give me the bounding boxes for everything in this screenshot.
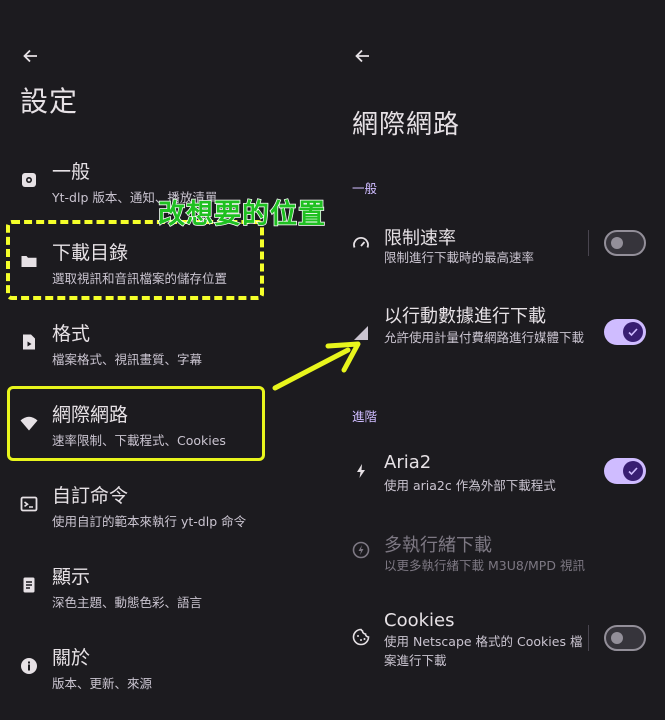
setting-mobile-data-download[interactable]: 以行動數據進行下載 允許使用計量付費網路進行媒體下載 [332, 300, 665, 370]
item-subtitle: 允許使用計量付費網路進行媒體下載 [384, 330, 585, 345]
item-title: 多執行緒下載 [384, 535, 492, 556]
item-title: 關於 [52, 647, 91, 669]
item-subtitle: 版本、更新、來源 [52, 676, 153, 691]
item-subtitle: 使用自訂的範本來執行 yt-dlp 命令 [52, 514, 247, 529]
setting-cookies[interactable]: Cookies 使用 Netscape 格式的 Cookies 檔案進行下載 [332, 608, 665, 670]
highlight-box-download-directory [6, 220, 264, 300]
cookies-toggle[interactable] [604, 625, 646, 651]
item-subtitle: 限制進行下載時的最高速率 [384, 250, 535, 265]
bolt-icon [357, 464, 365, 478]
page-title: 網際網路 [352, 110, 461, 140]
item-subtitle: 深色主題、動態色彩、語言 [52, 595, 203, 610]
check-icon [628, 467, 638, 476]
aria2-toggle[interactable] [604, 458, 646, 484]
rate-limit-toggle[interactable] [604, 230, 646, 256]
item-title: 限制速率 [384, 228, 456, 249]
document-icon [23, 577, 35, 593]
back-arrow-icon[interactable] [352, 46, 372, 66]
page-title: 設定 [20, 85, 79, 118]
item-title: 一般 [52, 161, 91, 183]
section-header-advanced: 進階 [352, 409, 378, 424]
annotation-arrow-icon [272, 341, 361, 391]
item-title: 自訂命令 [52, 485, 129, 507]
settings-item-display[interactable]: 顯示 深色主題、動態色彩、語言 [0, 560, 332, 620]
item-subtitle: 檔案格式、視訊畫質、字幕 [52, 352, 203, 367]
mobile-data-toggle[interactable] [604, 319, 646, 345]
item-title: Cookies [384, 610, 455, 631]
settings-item-custom-command[interactable]: 自訂命令 使用自訂的範本來執行 yt-dlp 命令 [0, 479, 332, 539]
check-icon [628, 328, 638, 337]
settings-item-about[interactable]: 關於 版本、更新、來源 [0, 641, 332, 701]
item-subtitle: 使用 aria2c 作為外部下載程式 [384, 478, 556, 493]
bolt-circle-icon [352, 541, 370, 559]
item-title: 格式 [52, 323, 91, 345]
item-title: 顯示 [52, 566, 91, 588]
highlight-box-network [7, 386, 265, 461]
setting-rate-limit[interactable]: 限制速率 限制進行下載時的最高速率 [332, 222, 665, 272]
setting-aria2[interactable]: Aria2 使用 aria2c 作為外部下載程式 [332, 450, 665, 500]
gear-icon [22, 173, 36, 187]
section-header-general: 一般 [352, 181, 378, 196]
divider [588, 625, 589, 651]
file-play-icon [23, 334, 35, 350]
annotation-text: 改想要的位置 [157, 198, 326, 231]
terminal-icon [20, 496, 38, 512]
item-subtitle: 使用 Netscape 格式的 Cookies 檔案進行下載 [384, 634, 583, 668]
speedometer-icon [353, 237, 369, 248]
cookie-icon [352, 628, 370, 646]
item-title: 以行動數據進行下載 [384, 306, 546, 327]
item-subtitle: 以更多執行緒下載 M3U8/MPD 視訊 [384, 558, 585, 573]
back-arrow-icon[interactable] [20, 46, 40, 66]
divider [588, 230, 589, 256]
setting-multithread-download: 多執行緒下載 以更多執行緒下載 M3U8/MPD 視訊 [332, 529, 665, 579]
network-settings-pane: 網際網路 一般 限制速率 限制進行下載時的最高速率 以行動數據進行下載 允許使用… [332, 0, 665, 720]
info-icon [21, 658, 37, 674]
item-title: Aria2 [384, 452, 432, 473]
